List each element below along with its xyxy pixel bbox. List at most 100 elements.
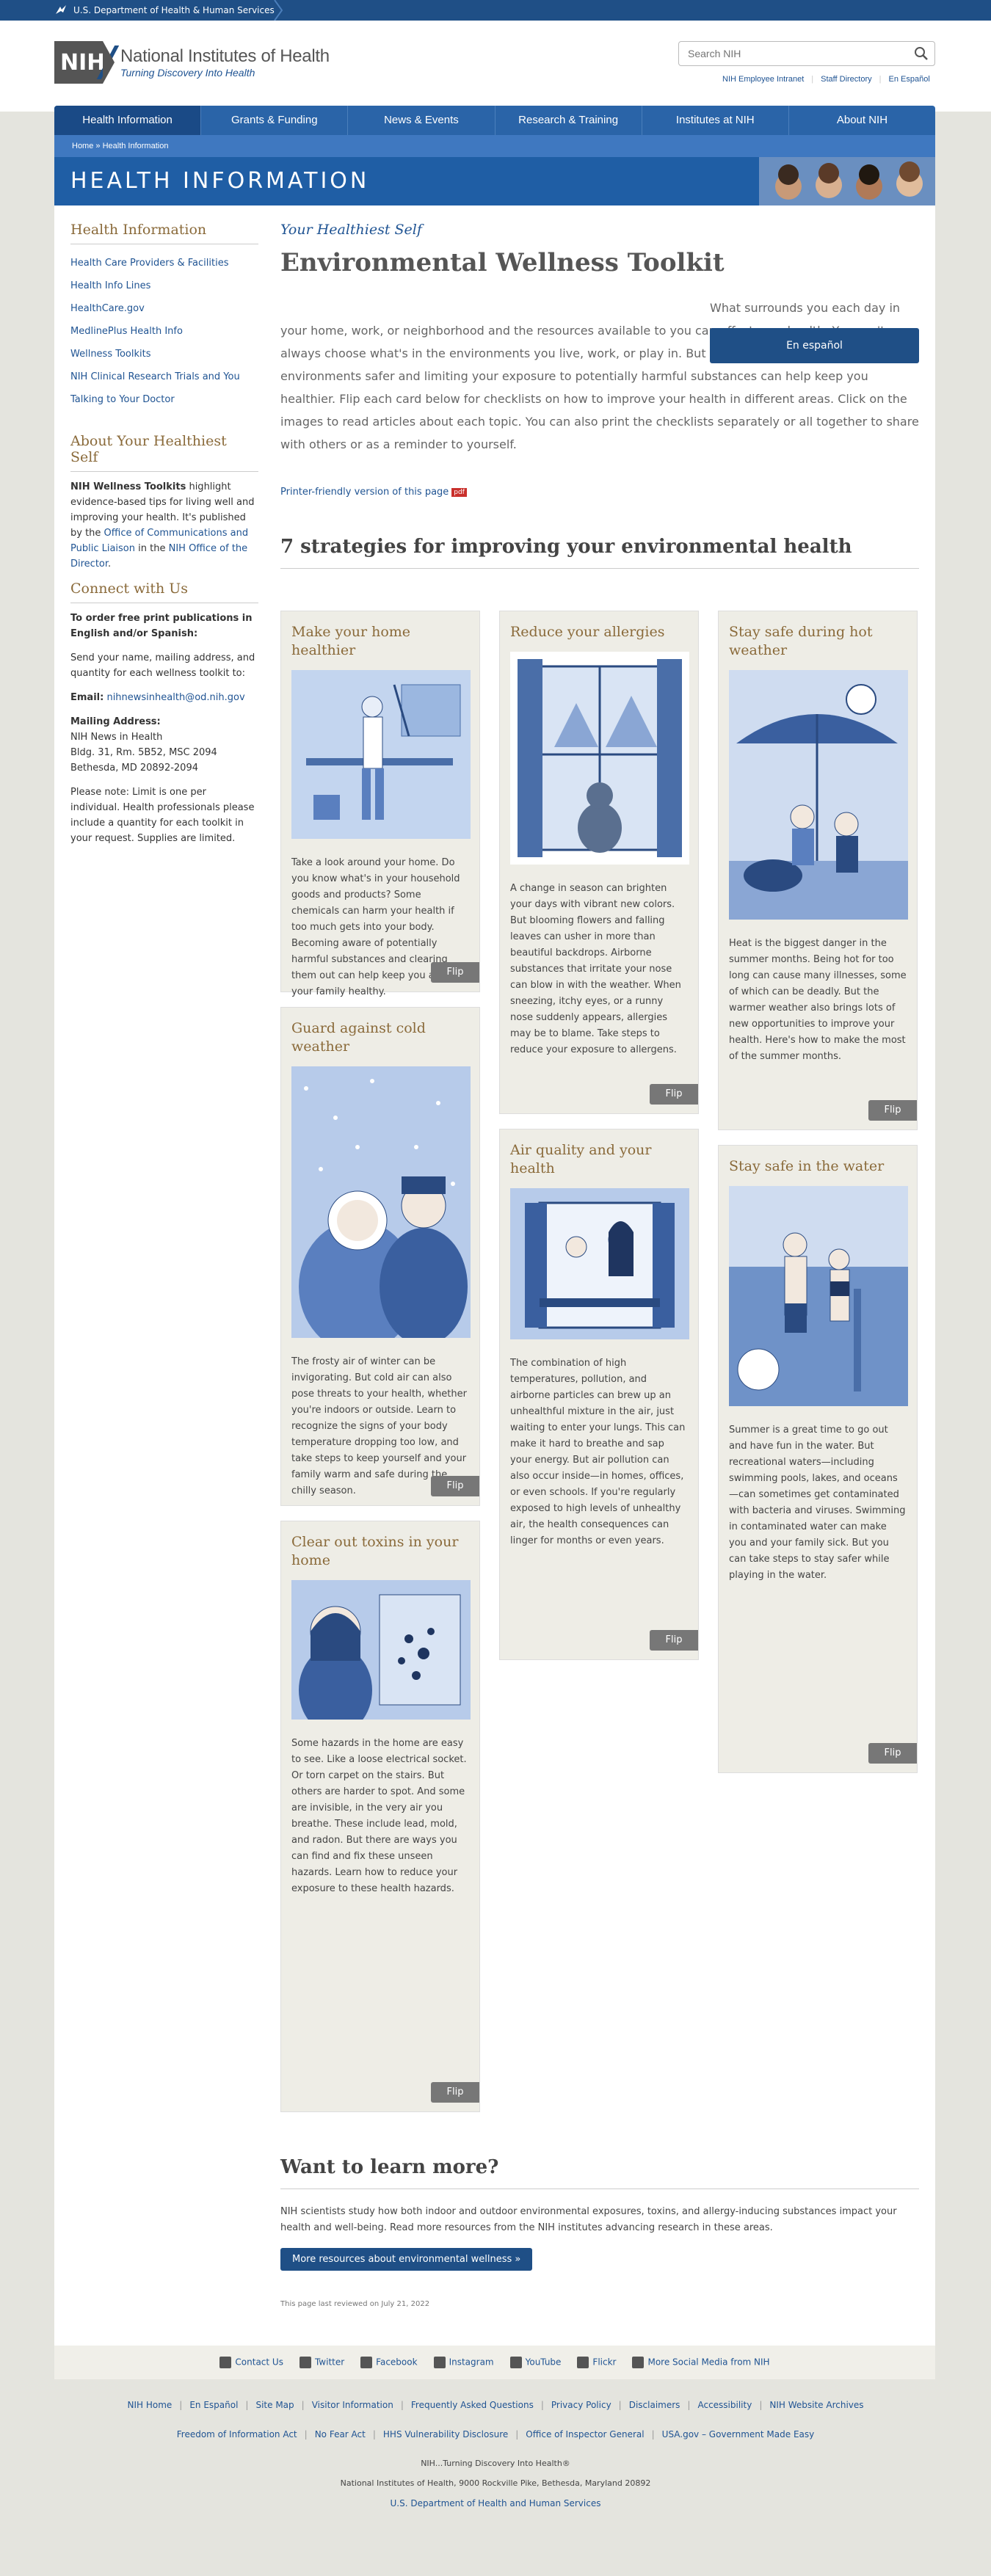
card-home-healthier[interactable]: Make your home healthier Take a look aro… <box>280 611 480 997</box>
footer-archives[interactable]: NIH Website Archives <box>769 2400 863 2410</box>
footer-accessibility[interactable]: Accessibility <box>697 2400 752 2410</box>
footer-tagline: NIH...Turning Discovery Into Health® <box>421 2459 570 2468</box>
employee-intranet-link[interactable]: NIH Employee Intranet <box>722 75 804 84</box>
footer-foia[interactable]: Freedom of Information Act <box>177 2429 297 2439</box>
phone-icon <box>219 2357 232 2368</box>
footer-address: National Institutes of Health, 9000 Rock… <box>340 2478 651 2488</box>
card-water[interactable]: Stay safe in the water Summer is a great… <box>718 1145 918 1773</box>
main-column: Your Healthiest Self Environmental Welln… <box>280 222 919 569</box>
sidebar-link-clinical-trials[interactable]: NIH Clinical Research Trials and You <box>70 365 258 388</box>
mailing-address: Mailing Address: NIH News in Health Bldg. … <box>70 716 217 774</box>
social-youtube[interactable]: YouTube <box>509 2357 561 2368</box>
footer-usa-gov[interactable]: USA.gov – Government Made Easy <box>662 2429 815 2439</box>
flip-button[interactable]: Flip <box>431 962 479 983</box>
card-image-home[interactable] <box>291 670 471 839</box>
footer-nih-home[interactable]: NIH Home <box>127 2400 172 2410</box>
social-flickr[interactable]: Flickr <box>577 2357 616 2368</box>
card-image-air[interactable] <box>510 1188 689 1339</box>
search-input[interactable] <box>679 42 899 65</box>
hhs-bar[interactable]: U.S. Department of Health & Human Servic… <box>0 0 991 21</box>
card-image-toxins[interactable] <box>291 1580 471 1734</box>
sidebar-link-healthcare-gov[interactable]: HealthCare.gov <box>70 297 258 320</box>
social-facebook[interactable]: Facebook <box>360 2357 418 2368</box>
card-air-quality[interactable]: Air quality and your health The combinat… <box>499 1129 699 1660</box>
sidebar-heading-health-info: Health Information <box>70 222 258 244</box>
hhs-eagle-icon <box>56 5 66 14</box>
page-title: Environmental Wellness Toolkit <box>280 248 725 277</box>
footer-privacy[interactable]: Privacy Policy <box>551 2400 611 2410</box>
flip-button[interactable]: Flip <box>868 1100 917 1121</box>
banner-photo <box>759 157 935 205</box>
en-espanol-button[interactable]: En español <box>710 328 919 363</box>
sidebar-link-wellness-toolkits[interactable]: Wellness Toolkits <box>70 343 258 365</box>
footer-disclaimers[interactable]: Disclaimers <box>629 2400 680 2410</box>
learn-more-text: NIH scientists study how both indoor and… <box>280 2206 897 2233</box>
nav-news-events[interactable]: News & Events <box>348 106 496 135</box>
footer-vulnerability[interactable]: HHS Vulnerability Disclosure <box>383 2429 508 2439</box>
sidebar-link-info-lines[interactable]: Health Info Lines <box>70 274 258 297</box>
card-title: Make your home healthier <box>291 624 411 658</box>
nav-health-information[interactable]: Health Information <box>54 106 202 135</box>
section-banner: HEALTH INFORMATION <box>54 157 935 205</box>
footer-faq[interactable]: Frequently Asked Questions <box>411 2400 534 2410</box>
card-image-allergies[interactable] <box>510 652 689 865</box>
card-cold-weather[interactable]: Guard against cold weather The frosty ai… <box>280 1007 480 1506</box>
social-instagram[interactable]: Instagram <box>433 2357 494 2368</box>
about-paragraph: NIH Wellness Toolkits highlight evidence… <box>70 481 255 570</box>
social-more[interactable]: More Social Media from NIH <box>632 2357 770 2368</box>
email-link[interactable]: nihnewsinhealth@od.nih.gov <box>106 692 244 703</box>
card-allergies[interactable]: Reduce your allergies A change in season… <box>499 611 699 1114</box>
nav-institutes[interactable]: Institutes at NIH <box>642 106 789 135</box>
search-icon[interactable] <box>914 46 929 61</box>
footer-no-fear[interactable]: No Fear Act <box>315 2429 366 2439</box>
nih-logo-mark: NIH <box>54 41 115 84</box>
card-image-hot[interactable] <box>729 670 908 920</box>
flip-button[interactable]: Flip <box>650 1630 698 1651</box>
social-media-icon <box>632 2357 645 2368</box>
nih-logo[interactable]: NIH National Institutes of Health Turnin… <box>54 41 330 84</box>
sidebar: Health Information Health Care Providers… <box>70 222 258 855</box>
hhs-link[interactable]: U.S. Department of Health & Human Servic… <box>73 5 275 15</box>
nav-research-training[interactable]: Research & Training <box>496 106 642 135</box>
flip-button[interactable]: Flip <box>431 1476 479 1496</box>
card-title: Air quality and your health <box>510 1142 652 1176</box>
more-resources-button[interactable]: More resources about environmental welln… <box>280 2248 533 2271</box>
footer-site-map[interactable]: Site Map <box>255 2400 294 2410</box>
search-box <box>678 41 935 66</box>
order-heading: To order free print publications in Engl… <box>70 613 253 639</box>
sidebar-link-medlineplus[interactable]: MedlinePlus Health Info <box>70 320 258 343</box>
order-note: Please note: Limit is one per individual… <box>70 787 255 844</box>
nav-about[interactable]: About NIH <box>789 106 935 135</box>
en-espanol-link[interactable]: En Español <box>889 75 930 84</box>
logo-name: National Institutes of Health <box>120 46 330 66</box>
sidebar-link-providers[interactable]: Health Care Providers & Facilities <box>70 252 258 274</box>
footer-espanol[interactable]: En Español <box>189 2400 238 2410</box>
footer-visitor-info[interactable]: Visitor Information <box>312 2400 393 2410</box>
flip-button[interactable]: Flip <box>868 1743 917 1764</box>
card-image-water[interactable] <box>729 1186 908 1406</box>
learn-more-heading: Want to learn more? <box>280 2156 919 2189</box>
flip-button[interactable]: Flip <box>431 2082 479 2103</box>
card-image-cold[interactable] <box>291 1066 471 1353</box>
printer-friendly-link[interactable]: Printer-friendly version of this page pdf <box>280 487 919 498</box>
card-clear-toxins[interactable]: Clear out toxins in your home Some hazar… <box>280 1521 480 2112</box>
sidebar-link-talking-doctor[interactable]: Talking to Your Doctor <box>70 388 258 411</box>
staff-directory-link[interactable]: Staff Directory <box>821 75 872 84</box>
flip-button[interactable]: Flip <box>650 1084 698 1105</box>
footer-oig[interactable]: Office of Inspector General <box>526 2429 644 2439</box>
site-footer: NIH Home | En Español | Site Map | Visitor … <box>0 2400 991 2508</box>
breadcrumb[interactable]: Home » Health Information <box>54 135 935 157</box>
card-text: Heat is the biggest danger in the summer… <box>729 938 907 1062</box>
social-twitter[interactable]: Twitter <box>299 2357 344 2368</box>
card-hot-weather[interactable]: Stay safe during hot weather Heat is the… <box>718 611 918 1130</box>
nav-grants-funding[interactable]: Grants & Funding <box>201 106 349 135</box>
card-text: Some hazards in the home are easy to see… <box>291 1738 467 1894</box>
social-contact[interactable]: Contact Us <box>219 2357 283 2368</box>
page-eyebrow: Your Healthiest Self <box>280 222 422 238</box>
intro-paragraph: What surrounds you each day in your home… <box>280 301 919 451</box>
site-header: NIH National Institutes of Health Turnin… <box>0 21 991 112</box>
chevron-right-icon <box>274 0 283 21</box>
footer-hhs-link[interactable]: U.S. Department of Health and Human Serv… <box>391 2498 601 2508</box>
card-title: Reduce your allergies <box>510 624 665 640</box>
strategies-heading: 7 strategies for improving your environm… <box>280 536 919 569</box>
